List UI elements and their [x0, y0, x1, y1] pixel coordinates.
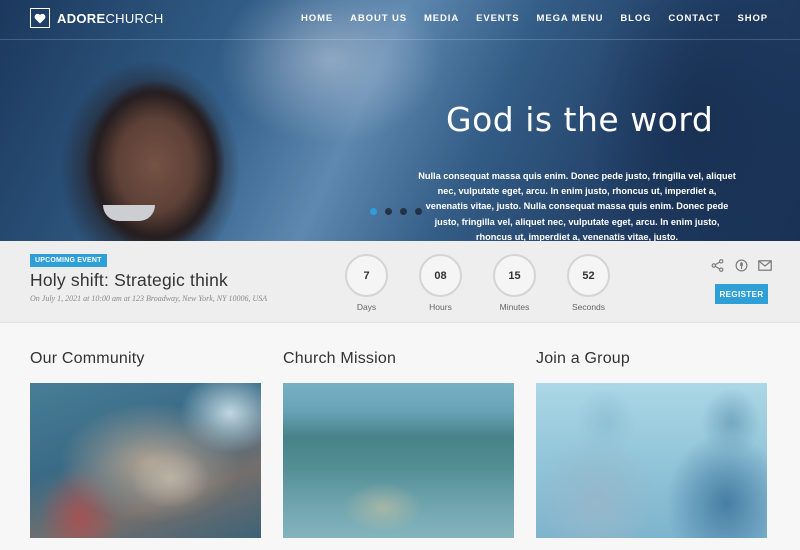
countdown-hours-value: 08 [419, 254, 462, 297]
podcast-icon[interactable] [734, 258, 748, 272]
image-tint [283, 383, 514, 538]
countdown-minutes-label: Minutes [499, 302, 530, 312]
event-title[interactable]: Holy shift: Strategic think [30, 270, 228, 291]
card-title[interactable]: Church Mission [283, 350, 514, 383]
nav-blog[interactable]: BLOG [620, 13, 651, 24]
countdown-hours-label: Hours [429, 302, 452, 312]
image-tint [536, 383, 767, 538]
mail-icon[interactable] [758, 258, 772, 272]
card-image-road[interactable] [283, 383, 514, 538]
image-tint [30, 383, 261, 538]
hero-title: God is the word [446, 100, 714, 139]
card-join-a-group[interactable]: Join a Group [536, 350, 767, 538]
event-meta: On July 1, 2021 at 10:00 am at 123 Broad… [30, 294, 268, 303]
countdown-seconds-value: 52 [567, 254, 610, 297]
heart-icon [30, 8, 50, 28]
hero-text: Nulla consequat massa quis enim. Donec p… [418, 171, 736, 241]
event-countdown: 7 Days 08 Hours 15 Minutes 52 Seconds [345, 254, 610, 312]
upcoming-event-bar: UPCOMING EVENT Holy shift: Strategic thi… [0, 241, 800, 323]
card-title[interactable]: Our Community [30, 350, 261, 383]
card-title[interactable]: Join a Group [536, 350, 767, 383]
slider-dot-2[interactable] [385, 208, 392, 215]
hero-slider: ADORECHURCH HOME ABOUT US MEDIA EVENTS M… [0, 0, 800, 241]
nav-contact[interactable]: CONTACT [668, 13, 720, 24]
slider-dots [370, 208, 422, 215]
nav-mega-menu[interactable]: MEGA MENU [537, 13, 604, 24]
slider-dot-4[interactable] [415, 208, 422, 215]
card-our-community[interactable]: Our Community [30, 350, 261, 538]
countdown-seconds-label: Seconds [571, 302, 606, 312]
countdown-days-label: Days [356, 302, 377, 312]
countdown-minutes-value: 15 [493, 254, 536, 297]
countdown-minutes: 15 Minutes [493, 254, 536, 312]
countdown-days: 7 Days [345, 254, 388, 312]
countdown-seconds: 52 Seconds [567, 254, 610, 312]
countdown-hours: 08 Hours [419, 254, 462, 312]
event-action-icons [710, 258, 772, 272]
site-logo[interactable]: ADORECHURCH [30, 8, 164, 28]
upcoming-event-badge: UPCOMING EVENT [30, 254, 107, 267]
share-icon[interactable] [710, 258, 724, 272]
countdown-days-value: 7 [345, 254, 388, 297]
main-nav: HOME ABOUT US MEDIA EVENTS MEGA MENU BLO… [301, 13, 768, 24]
register-button[interactable]: REGISTER [715, 284, 768, 304]
nav-home[interactable]: HOME [301, 13, 333, 24]
nav-media[interactable]: MEDIA [424, 13, 459, 24]
slider-dot-3[interactable] [400, 208, 407, 215]
card-image-hands[interactable] [30, 383, 261, 538]
top-navigation-bar: ADORECHURCH HOME ABOUT US MEDIA EVENTS M… [0, 0, 800, 40]
logo-text: ADORECHURCH [57, 10, 164, 26]
nav-shop[interactable]: SHOP [737, 13, 768, 24]
feature-cards: Our Community Church Mission Join a Grou… [30, 350, 767, 538]
nav-about-us[interactable]: ABOUT US [350, 13, 407, 24]
card-church-mission[interactable]: Church Mission [283, 350, 514, 538]
nav-events[interactable]: EVENTS [476, 13, 519, 24]
slider-dot-1[interactable] [370, 208, 377, 215]
card-image-group[interactable] [536, 383, 767, 538]
